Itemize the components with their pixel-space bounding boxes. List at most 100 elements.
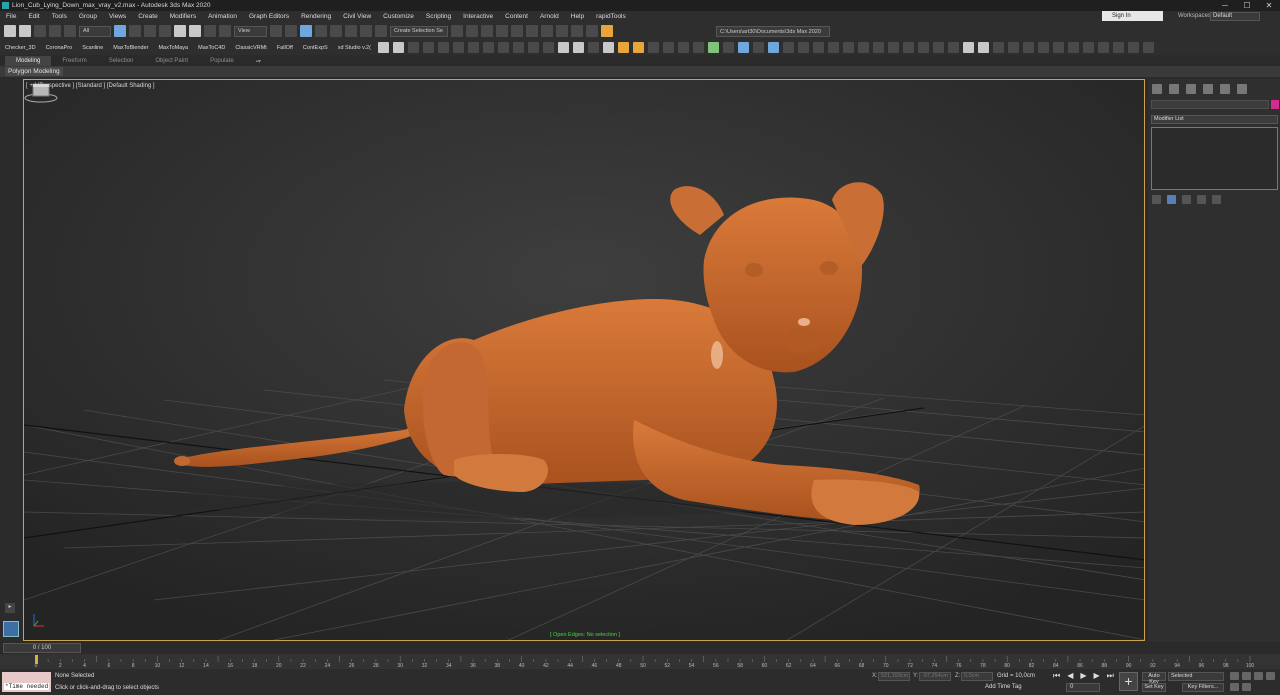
mirror-icon[interactable] bbox=[451, 25, 463, 37]
tab-populate[interactable]: Populate bbox=[199, 58, 245, 64]
plugin-maxtomaya[interactable]: MaxToMaya bbox=[153, 45, 193, 51]
y-coordinate-field[interactable]: -97,254cm bbox=[919, 672, 951, 681]
edit-named-selection-icon[interactable] bbox=[375, 25, 387, 37]
configure-modifier-sets-icon[interactable] bbox=[1212, 195, 1221, 204]
current-frame-marker[interactable] bbox=[35, 655, 38, 664]
close-button[interactable]: ✕ bbox=[1258, 0, 1280, 11]
go-to-start-icon[interactable]: ⏮ bbox=[1053, 671, 1060, 681]
pivot-center-icon[interactable] bbox=[270, 25, 282, 37]
tool-j-icon[interactable] bbox=[978, 42, 989, 53]
cloud-icon[interactable] bbox=[393, 42, 404, 53]
redo-icon[interactable] bbox=[19, 25, 31, 37]
maxscript-listener[interactable]: *Time needed bbox=[2, 672, 51, 692]
render-production-icon[interactable] bbox=[601, 25, 613, 37]
tool-a-icon[interactable] bbox=[843, 42, 854, 53]
tool-g-icon[interactable] bbox=[933, 42, 944, 53]
render-view-icon[interactable] bbox=[768, 42, 779, 53]
pin-icon[interactable] bbox=[693, 42, 704, 53]
box-icon[interactable] bbox=[423, 42, 434, 53]
utilities-tab-icon[interactable] bbox=[1237, 84, 1247, 94]
tool-b-icon[interactable] bbox=[858, 42, 869, 53]
tree-icon[interactable] bbox=[708, 42, 719, 53]
plugin-maxtoblender[interactable]: MaxToBlender bbox=[108, 45, 153, 51]
selection-region-icon[interactable] bbox=[144, 25, 156, 37]
scatter-icon[interactable] bbox=[648, 42, 659, 53]
grid-icon[interactable] bbox=[438, 42, 449, 53]
plugin-checker-3d[interactable]: Checker_3D bbox=[0, 45, 41, 51]
track-bar[interactable]: 0 2 4 6 8 10 12 14 16 18 20 22 24 26 28 30 32 34 36 38 40 42 4… bbox=[0, 654, 1280, 669]
ribbon-options-icon[interactable]: ▪▾ bbox=[245, 58, 272, 65]
key-mode-select[interactable]: Selected bbox=[1168, 672, 1224, 681]
tab-freeform[interactable]: Freeform bbox=[51, 58, 97, 64]
next-frame-icon[interactable]: ▶ bbox=[1094, 671, 1100, 681]
perspective-viewport[interactable]: [ + ] [Perspective ] [Standard ] [Defaul… bbox=[23, 79, 1145, 641]
object-color-swatch[interactable] bbox=[1271, 100, 1279, 109]
go-to-end-icon[interactable]: ⏭ bbox=[1107, 671, 1114, 681]
play-icon[interactable]: ▶ bbox=[1080, 671, 1086, 681]
angle-snap-icon[interactable] bbox=[330, 25, 342, 37]
object-name-field[interactable] bbox=[1151, 100, 1269, 109]
rotate-view-icon[interactable] bbox=[513, 42, 524, 53]
tool-l-icon[interactable] bbox=[1008, 42, 1019, 53]
show-end-result-icon[interactable] bbox=[1167, 195, 1176, 204]
viewcube-icon[interactable] bbox=[24, 80, 58, 104]
menu-edit[interactable]: Edit bbox=[22, 13, 45, 20]
display-tab-icon[interactable] bbox=[1220, 84, 1230, 94]
move-icon[interactable] bbox=[174, 25, 186, 37]
tool-c-icon[interactable] bbox=[873, 42, 884, 53]
tool-u-icon[interactable] bbox=[1143, 42, 1154, 53]
x-coordinate-field[interactable]: 521,193cm bbox=[878, 672, 910, 681]
selection-filter-select[interactable]: All bbox=[79, 25, 111, 37]
named-selection-set-select[interactable]: Create Selection Se bbox=[390, 25, 448, 37]
tool-e-icon[interactable] bbox=[903, 42, 914, 53]
window-crossing-icon[interactable] bbox=[159, 25, 171, 37]
light-icon[interactable] bbox=[528, 42, 539, 53]
set-key-button[interactable]: Set Key bbox=[1142, 683, 1166, 692]
sun-icon[interactable] bbox=[618, 42, 629, 53]
merge-icon[interactable] bbox=[498, 42, 509, 53]
paint-icon[interactable] bbox=[678, 42, 689, 53]
tool-f-icon[interactable] bbox=[918, 42, 929, 53]
tab-object-paint[interactable]: Object Paint bbox=[144, 58, 199, 64]
tool-i-icon[interactable] bbox=[963, 42, 974, 53]
hair-icon[interactable] bbox=[723, 42, 734, 53]
maximize-button[interactable]: ☐ bbox=[1236, 0, 1258, 11]
expand-arrow-icon[interactable]: ▸ bbox=[5, 603, 15, 613]
layers-icon[interactable] bbox=[453, 42, 464, 53]
select-by-name-icon[interactable] bbox=[129, 25, 141, 37]
plugin-coronapro[interactable]: CoronaPro bbox=[41, 45, 78, 51]
tab-modeling[interactable]: Modeling bbox=[5, 56, 52, 66]
rendered-frame-window-icon[interactable] bbox=[586, 25, 598, 37]
percent-snap-icon[interactable] bbox=[345, 25, 357, 37]
plugin-classicvrmt[interactable]: ClassicVRMt bbox=[230, 45, 271, 51]
project-path-select[interactable]: C:\Users\art30\Documents\3ds Max 2020 bbox=[716, 26, 830, 37]
tool-p-icon[interactable] bbox=[1068, 42, 1079, 53]
z-coordinate-field[interactable]: 0,0cm bbox=[961, 672, 993, 681]
brush-icon[interactable] bbox=[663, 42, 674, 53]
menu-customize[interactable]: Customize bbox=[377, 13, 420, 20]
motion-tab-icon[interactable] bbox=[1203, 84, 1213, 94]
set-key-icon[interactable]: + bbox=[1119, 672, 1138, 691]
help-icon[interactable] bbox=[828, 42, 839, 53]
plugin-maxtoc4d[interactable]: MaxToC4D bbox=[193, 45, 230, 51]
lamp-icon[interactable] bbox=[468, 42, 479, 53]
plugin-contexps[interactable]: ContExpS bbox=[298, 45, 333, 51]
snaps-toggle-icon[interactable] bbox=[315, 25, 327, 37]
menu-interactive[interactable]: Interactive bbox=[457, 13, 499, 20]
key-filters-button[interactable]: Key Filters... bbox=[1182, 683, 1224, 692]
tool-h-icon[interactable] bbox=[948, 42, 959, 53]
unlink-icon[interactable] bbox=[49, 25, 61, 37]
current-frame-field[interactable]: 0 bbox=[1066, 683, 1100, 692]
plugin-falloff[interactable]: FallOff bbox=[272, 45, 298, 51]
zoom-icon[interactable] bbox=[1230, 672, 1239, 680]
tab-selection[interactable]: Selection bbox=[98, 58, 145, 64]
globe-icon[interactable] bbox=[738, 42, 749, 53]
toggle-scene-explorer-icon[interactable] bbox=[481, 25, 493, 37]
render-setup-icon[interactable] bbox=[571, 25, 583, 37]
maximize-viewport-icon[interactable] bbox=[1242, 683, 1251, 691]
make-unique-icon[interactable] bbox=[1182, 195, 1191, 204]
minimize-button[interactable]: ─ bbox=[1214, 0, 1236, 11]
material-editor-icon[interactable] bbox=[556, 25, 568, 37]
auto-key-button[interactable]: Auto Key bbox=[1142, 672, 1166, 685]
tool-q-icon[interactable] bbox=[1083, 42, 1094, 53]
